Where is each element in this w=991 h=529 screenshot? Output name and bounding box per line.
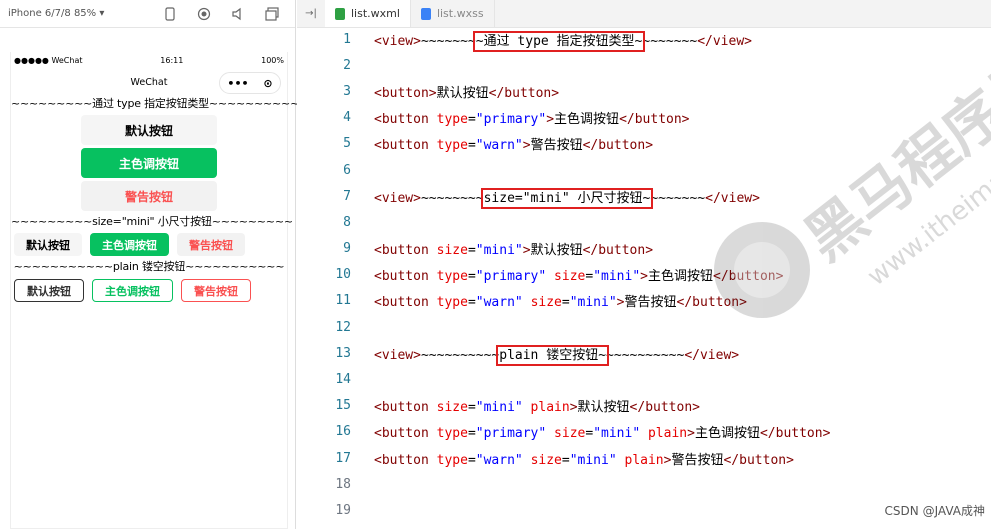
clock: 16:11	[160, 55, 184, 65]
line-number: 1	[343, 31, 351, 47]
line-number: 7	[343, 188, 351, 204]
close-target-icon[interactable]: ⊙	[263, 77, 272, 90]
line-number: 10	[335, 267, 351, 283]
line-number: 13	[335, 345, 351, 361]
code-line: 4 <button type="primary">主色调按钮</button>	[297, 105, 991, 131]
default-button[interactable]: 默认按钮	[81, 115, 217, 145]
device-selector[interactable]: iPhone 6/7/8 85% ▾	[8, 8, 104, 19]
code-area[interactable]: 1 <view>~~~~~~~~通过 type 指定按钮类型~~~~~~~~</v…	[297, 26, 991, 524]
simulator-panel: iPhone 6/7/8 85% ▾ ●●●●● WeChat 16:11 10…	[0, 0, 300, 529]
mini-primary-button[interactable]: 主色调按钮	[90, 233, 169, 256]
code-line: 7 <view>~~~~~~~~size="mini" 小尺寸按钮~~~~~~~~…	[297, 183, 991, 209]
line-number: 14	[335, 372, 351, 388]
speaker-icon[interactable]	[231, 7, 245, 21]
battery-label: 100%	[261, 55, 284, 65]
code-line: 9 <button size="mini">默认按钮</button>	[297, 236, 991, 262]
code-line: 18	[297, 471, 991, 497]
line-number: 18	[335, 476, 351, 492]
line-number: 6	[343, 162, 351, 178]
view-text-plain: ~~~~~~~~~~~plain 镂空按钮~~~~~~~~~~~	[13, 260, 285, 273]
code-line: 6	[297, 157, 991, 183]
code-line: 14	[297, 366, 991, 392]
mini-button-row: 默认按钮 主色调按钮 警告按钮	[11, 233, 287, 256]
code-line: 1 <view>~~~~~~~~通过 type 指定按钮类型~~~~~~~~</v…	[297, 26, 991, 52]
plain-warn-button[interactable]: 警告按钮	[181, 279, 251, 302]
line-number: 8	[343, 214, 351, 230]
credit-label: CSDN @JAVA成神	[884, 504, 985, 518]
wxss-file-icon	[420, 7, 431, 20]
code-line: 10 <button type="primary" size="mini">主色调…	[297, 262, 991, 288]
line-number: 12	[335, 319, 351, 335]
tab-label: list.wxml	[351, 7, 400, 20]
code-line: 8	[297, 209, 991, 235]
record-icon[interactable]	[197, 7, 211, 21]
code-line: 5 <button type="warn">警告按钮</button>	[297, 131, 991, 157]
wxml-file-icon	[335, 7, 345, 20]
phone-icon[interactable]	[163, 6, 177, 21]
carrier: ●●●●● WeChat	[14, 55, 83, 65]
line-number: 19	[335, 502, 351, 518]
phone-screen: ●●●●● WeChat 16:11 100% WeChat ••• ⊙ ~~~…	[10, 52, 300, 529]
code-line: 13 <view>~~~~~~~~~~plain 镂空按钮~~~~~~~~~~~<…	[297, 340, 991, 366]
tab-list-wxml[interactable]: list.wxml	[325, 0, 411, 27]
view-text-mini: ~~~~~~~~~size="mini" 小尺寸按钮~~~~~~~~~	[11, 215, 293, 228]
window-icon[interactable]	[265, 6, 279, 21]
tab-label: list.wxss	[436, 7, 484, 20]
primary-button[interactable]: 主色调按钮	[81, 148, 217, 178]
code-line: 15 <button size="mini" plain>默认按钮</button…	[297, 393, 991, 419]
highlight-box: ~通过 type 指定按钮类型~	[472, 30, 646, 52]
code-line: 11 <button type="warn" size="mini">警告按钮</…	[297, 288, 991, 314]
code-line: 3 <button>默认按钮</button>	[297, 78, 991, 104]
code-line: 17 <button type="warn" size="mini" plain>…	[297, 445, 991, 471]
view-text-type: ~~~~~~~~~通过 type 指定按钮类型~~~~~~~~~~	[11, 97, 300, 110]
line-number: 3	[343, 83, 351, 99]
editor-tabs: list.wxml list.wxss	[325, 0, 991, 28]
line-number: 17	[335, 450, 351, 466]
plain-default-button[interactable]: 默认按钮	[14, 279, 84, 302]
plain-button-row: 默认按钮 主色调按钮 警告按钮	[11, 279, 287, 302]
mini-default-button[interactable]: 默认按钮	[14, 233, 82, 256]
status-bar: ●●●●● WeChat 16:11 100%	[11, 52, 287, 68]
mini-warn-button[interactable]: 警告按钮	[177, 233, 245, 256]
nav-title: WeChat	[130, 76, 168, 88]
line-number: 2	[343, 57, 351, 73]
code-editor: →| list.wxml list.wxss 1 <view>~~~~~~~~通过…	[297, 0, 991, 529]
nav-bar: WeChat ••• ⊙	[11, 68, 287, 96]
collapse-toggle[interactable]: →|	[297, 0, 325, 28]
code-line: 12	[297, 314, 991, 340]
highlight-box: size="mini" 小尺寸按钮~	[480, 187, 654, 209]
highlight-box: plain 镂空按钮~	[496, 344, 610, 366]
line-number: 4	[343, 110, 351, 126]
code-line: 16 <button type="primary" size="mini" pla…	[297, 419, 991, 445]
line-number: 5	[343, 136, 351, 152]
tab-list-wxss[interactable]: list.wxss	[411, 0, 495, 27]
simulator-toolbar: iPhone 6/7/8 85% ▾	[0, 0, 295, 28]
capsule-menu[interactable]: ••• ⊙	[219, 72, 281, 94]
warn-button[interactable]: 警告按钮	[81, 181, 217, 211]
line-number: 16	[335, 424, 351, 440]
line-number: 9	[343, 241, 351, 257]
more-icon[interactable]: •••	[227, 77, 248, 90]
page-content: ~~~~~~~~~通过 type 指定按钮类型~~~~~~~~~~ 默认按钮 主…	[11, 96, 300, 302]
line-number: 15	[335, 398, 351, 414]
line-number: 11	[335, 293, 351, 309]
plain-primary-button[interactable]: 主色调按钮	[92, 279, 173, 302]
code-line: 2	[297, 52, 991, 78]
